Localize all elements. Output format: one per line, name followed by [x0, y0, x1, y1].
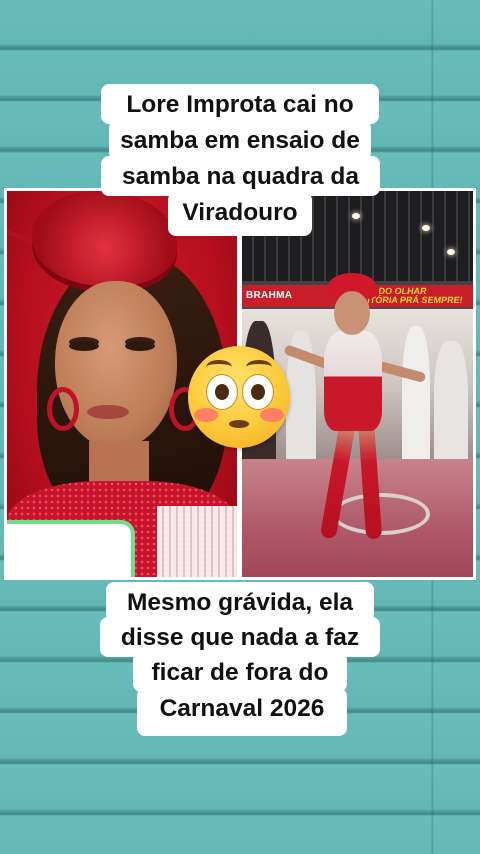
emoji-brow-left — [206, 360, 232, 374]
bottom-caption-text-3: ficar de fora do — [151, 659, 329, 686]
emoji-brow-right — [246, 360, 272, 374]
bottom-caption-text-4: Carnaval 2026 — [159, 695, 325, 722]
bottom-caption-text-2: disse que nada a faz — [120, 624, 360, 651]
emoji-mouth — [229, 420, 249, 428]
portrait-eye-left — [69, 341, 99, 351]
emoji-cheek-left — [194, 408, 218, 422]
top-caption-line-3: samba na quadra da — [101, 156, 380, 196]
emoji-eye-right — [242, 374, 274, 410]
top-caption-text-3: samba na quadra da — [122, 163, 359, 190]
bottom-caption-line-1: Mesmo grávida, ela — [106, 582, 374, 622]
portrait-lips — [87, 405, 129, 419]
ceiling-light — [422, 225, 430, 231]
dancer-head — [334, 291, 370, 335]
dancer-body — [324, 331, 382, 431]
bottom-caption-text-1: Mesmo grávida, ela — [126, 589, 354, 616]
top-caption-text-1: Lore Improta cai no — [126, 91, 354, 118]
portrait-eye-right — [125, 341, 155, 351]
top-caption-line-4: Viradouro — [168, 192, 312, 236]
top-caption-line-2: samba em ensaio de — [109, 120, 371, 160]
banner-slogan-line-2: VITÓRIA PRÁ SEMPRE! — [360, 295, 464, 305]
bottom-caption-line-4: Carnaval 2026 — [137, 688, 347, 736]
emoji-pupil — [251, 384, 265, 400]
bottom-caption-line-2: disse que nada a faz — [100, 617, 380, 657]
crowd-person — [434, 341, 468, 471]
green-corner-overlay — [7, 520, 135, 577]
ceiling-light — [447, 249, 455, 255]
red-headpiece — [32, 191, 177, 286]
top-caption-line-1: Lore Improta cai no — [101, 84, 379, 124]
earring-left — [47, 387, 79, 431]
banner-brand-text: BRAHMA — [246, 290, 293, 301]
white-dress-detail — [157, 506, 237, 577]
top-caption-text-2: samba em ensaio de — [120, 127, 360, 154]
ceiling-light — [352, 213, 360, 219]
bottom-caption-line-3: ficar de fora do — [133, 652, 347, 692]
top-caption-text-4: Viradouro — [182, 199, 298, 226]
emoji-pupil — [215, 384, 229, 400]
crowd-person — [402, 326, 430, 476]
flushed-face-icon — [188, 346, 290, 448]
banner-slogan-text: HÓ DO OLHAR VITÓRIA PRÁ SEMPRE! — [360, 286, 465, 305]
emoji-cheek-right — [260, 408, 284, 422]
emoji-eye-left — [206, 374, 238, 410]
